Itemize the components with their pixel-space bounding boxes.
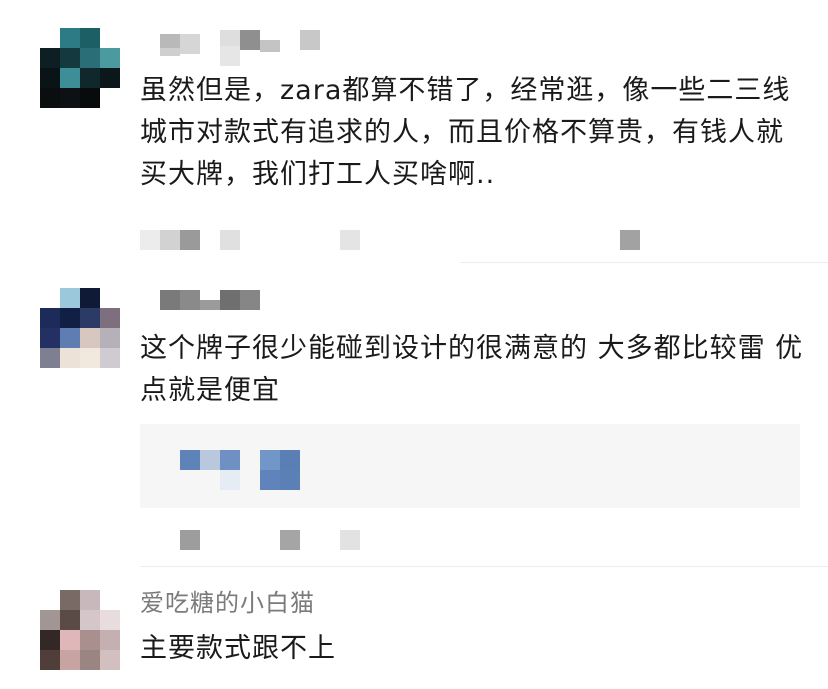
reply-preview-box[interactable] <box>140 424 800 508</box>
divider <box>460 262 828 263</box>
comment-text-3: 主要款式跟不上 <box>140 633 336 664</box>
comment-text-1: 虽然但是，zara都算不错了，经常逛，像一些二三线城市对款式有追求的人，而且价格… <box>140 75 791 190</box>
divider <box>140 566 828 567</box>
avatar-2[interactable] <box>40 288 120 368</box>
comment-text-2: 这个牌子很少能碰到设计的很满意的 大多都比较雷 优点就是便宜 <box>140 333 804 406</box>
avatar-3[interactable] <box>40 590 120 670</box>
avatar-1[interactable] <box>40 28 120 108</box>
username-3[interactable]: 爱吃糖的小白猫 <box>140 586 315 620</box>
